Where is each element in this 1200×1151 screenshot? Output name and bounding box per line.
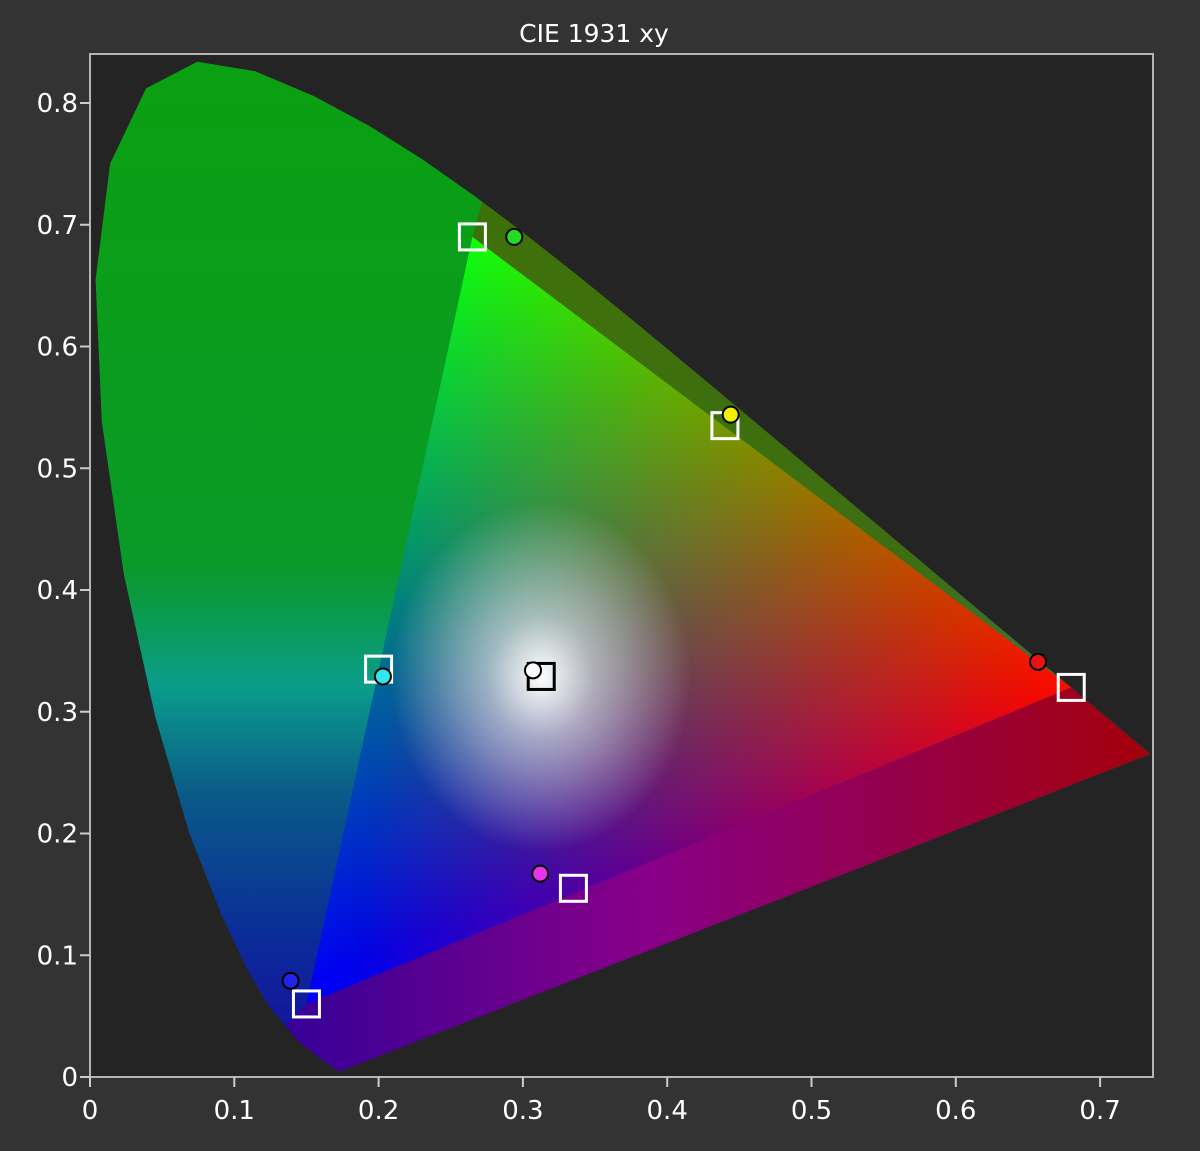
x-tick-label: 0 [82,1096,99,1126]
chart-title: CIE 1931 xy [519,19,669,48]
measured-point-white [524,661,543,680]
y-tick-label: 0.5 [37,454,78,484]
y-tick-label: 0.2 [37,820,78,850]
measured-point-red [1029,652,1048,671]
x-tick-label: 0.2 [358,1096,399,1126]
measured-point-blue [281,971,300,990]
y-tick-label: 0.1 [37,941,78,971]
y-tick-label: 0.3 [37,698,78,728]
y-tick-label: 0.8 [37,89,78,119]
measured-point-cyan [373,667,392,686]
y-tick-label: 0.6 [37,333,78,363]
measured-point-magenta [531,864,550,883]
measured-point-green [505,227,524,246]
y-tick-label: 0 [61,1063,78,1093]
x-tick-label: 0.3 [502,1096,543,1126]
x-tick-label: 0.6 [935,1096,976,1126]
y-tick-label: 0.7 [37,211,78,241]
cie-chart: 0 0.1 0.2 0.3 0.4 0.5 0.6 0.7 0 0.1 0.2 0.3 0.4 0.5 0.… [37,19,1154,1126]
x-tick-label: 0.7 [1079,1096,1120,1126]
x-tick-label: 0.4 [647,1096,688,1126]
x-tick-label: 0.5 [791,1096,832,1126]
measured-point-yellow [721,405,740,424]
white-point-glow [391,501,692,852]
x-tick-label: 0.1 [214,1096,255,1126]
y-tick-label: 0.4 [37,576,78,606]
